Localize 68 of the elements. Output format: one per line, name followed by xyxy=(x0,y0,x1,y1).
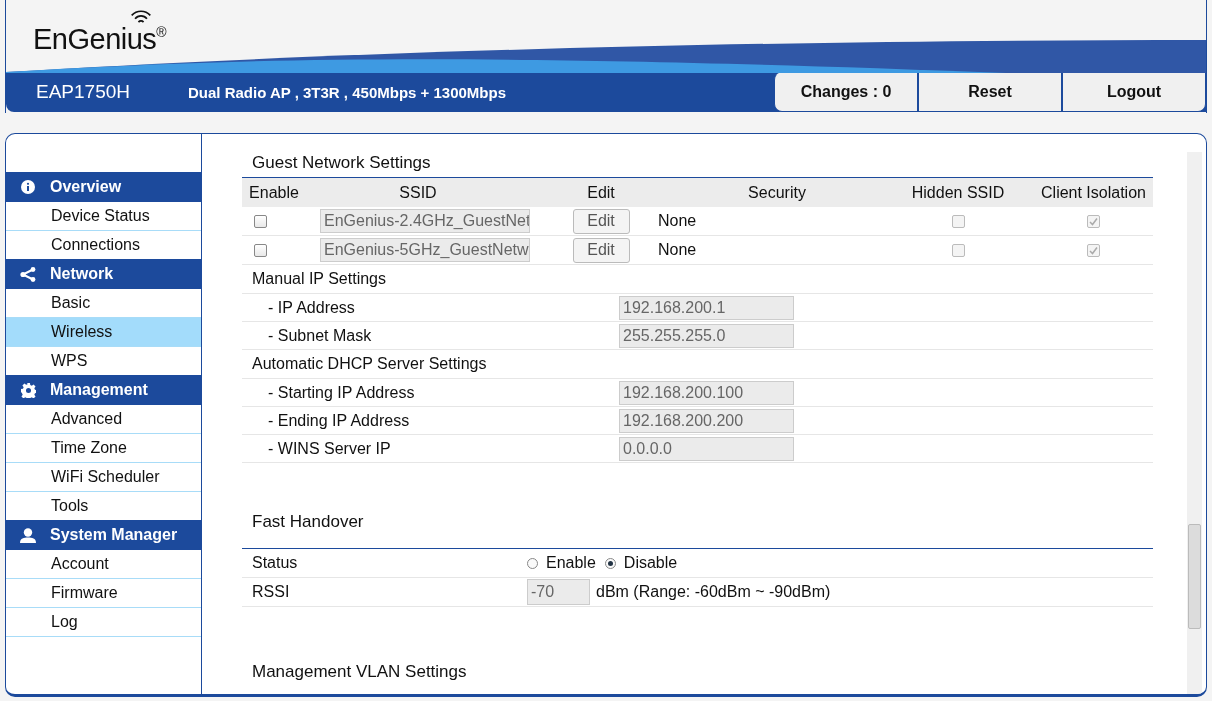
security-value: None xyxy=(658,212,697,229)
share-icon xyxy=(20,266,36,282)
edit-button[interactable]: Edit xyxy=(572,237,630,263)
nav-section-header[interactable]: Management xyxy=(6,375,201,405)
field-label: - WINS Server IP xyxy=(267,439,392,458)
model-name: EAP1750H xyxy=(36,81,131,103)
nav-section-title: Network xyxy=(50,265,114,283)
field-label: RSSI xyxy=(251,583,291,601)
header-button[interactable]: Reset xyxy=(918,72,1062,112)
nav-item[interactable]: WPS xyxy=(6,347,201,375)
nav-item[interactable]: Wireless xyxy=(6,318,201,347)
section-title: Guest Network Settings xyxy=(252,153,432,173)
nav-section-header[interactable]: Overview xyxy=(6,172,201,202)
ssid-field[interactable]: EnGenius-5GHz_GuestNetw xyxy=(320,238,530,262)
ip-field[interactable]: 192.168.200.100 xyxy=(619,380,794,405)
column-header: Security xyxy=(672,177,882,207)
info-icon xyxy=(21,180,35,194)
nav-item[interactable]: Time Zone xyxy=(6,434,201,463)
column-header: Hidden SSID xyxy=(882,177,1034,207)
header-button[interactable]: Changes : 0 xyxy=(774,72,918,112)
ip-field[interactable]: 192.168.200.200 xyxy=(619,408,794,433)
field-label: - IP Address xyxy=(267,298,356,317)
nav-item[interactable]: Device Status xyxy=(6,202,201,231)
rssi-field[interactable]: -70 xyxy=(527,579,590,605)
nav-section-title: System Manager xyxy=(50,526,178,544)
radio-option[interactable]: Enable xyxy=(527,554,596,572)
nav-item[interactable]: Advanced xyxy=(6,405,201,434)
radio-button[interactable] xyxy=(527,557,538,569)
device-description: Dual Radio AP , 3T3R , 450Mbps + 1300Mbps xyxy=(188,83,507,101)
section-title: Fast Handover xyxy=(252,512,364,531)
registered-mark: ® xyxy=(156,25,167,39)
group-title: Manual IP Settings xyxy=(252,270,386,287)
section-title: Management VLAN Settings xyxy=(252,662,468,682)
settings-icon xyxy=(20,382,36,398)
column-header: SSID xyxy=(306,177,530,207)
range-hint: dBm (Range: -60dBm ~ -90dBm) xyxy=(596,583,831,601)
column-header: Enable xyxy=(242,177,306,207)
wifi-icon xyxy=(130,10,152,24)
column-header: Edit xyxy=(530,177,672,207)
radio-option[interactable]: Disable xyxy=(604,554,678,572)
nav-item[interactable]: WiFi Scheduler xyxy=(6,463,201,492)
nav-section-title: Management xyxy=(50,381,148,399)
nav-item[interactable]: Log xyxy=(6,608,201,637)
nav-item[interactable]: Account xyxy=(6,550,201,579)
radio-button[interactable] xyxy=(604,557,616,569)
security-value: None xyxy=(658,241,697,258)
header-button[interactable]: Logout xyxy=(1062,72,1206,112)
nav-section-title: Overview xyxy=(50,178,122,196)
group-title: Automatic DHCP Server Settings xyxy=(252,355,487,372)
field-label: Status xyxy=(251,554,299,572)
ip-field[interactable]: 0.0.0.0 xyxy=(619,436,794,461)
checkbox[interactable] xyxy=(254,215,267,229)
user-icon xyxy=(20,527,36,543)
field-label: - Starting IP Address xyxy=(267,383,416,402)
nav-item[interactable]: Firmware xyxy=(6,579,201,608)
scrollbar[interactable] xyxy=(1187,152,1202,694)
logo-text: EnGenius xyxy=(33,25,157,54)
column-header: Client Isolation xyxy=(1034,177,1153,207)
checkbox[interactable] xyxy=(254,244,267,258)
edit-button[interactable]: Edit xyxy=(572,208,630,234)
field-label: - Ending IP Address xyxy=(267,411,411,430)
ip-field[interactable]: 192.168.200.1 xyxy=(619,295,794,320)
nav-section-header[interactable]: Network xyxy=(6,259,201,289)
nav-item[interactable]: Tools xyxy=(6,492,201,520)
nav-section-header[interactable]: System Manager xyxy=(6,520,201,550)
field-label: - Subnet Mask xyxy=(267,326,373,345)
nav-item[interactable]: Connections xyxy=(6,231,201,259)
ip-field[interactable]: 255.255.255.0 xyxy=(619,323,794,348)
